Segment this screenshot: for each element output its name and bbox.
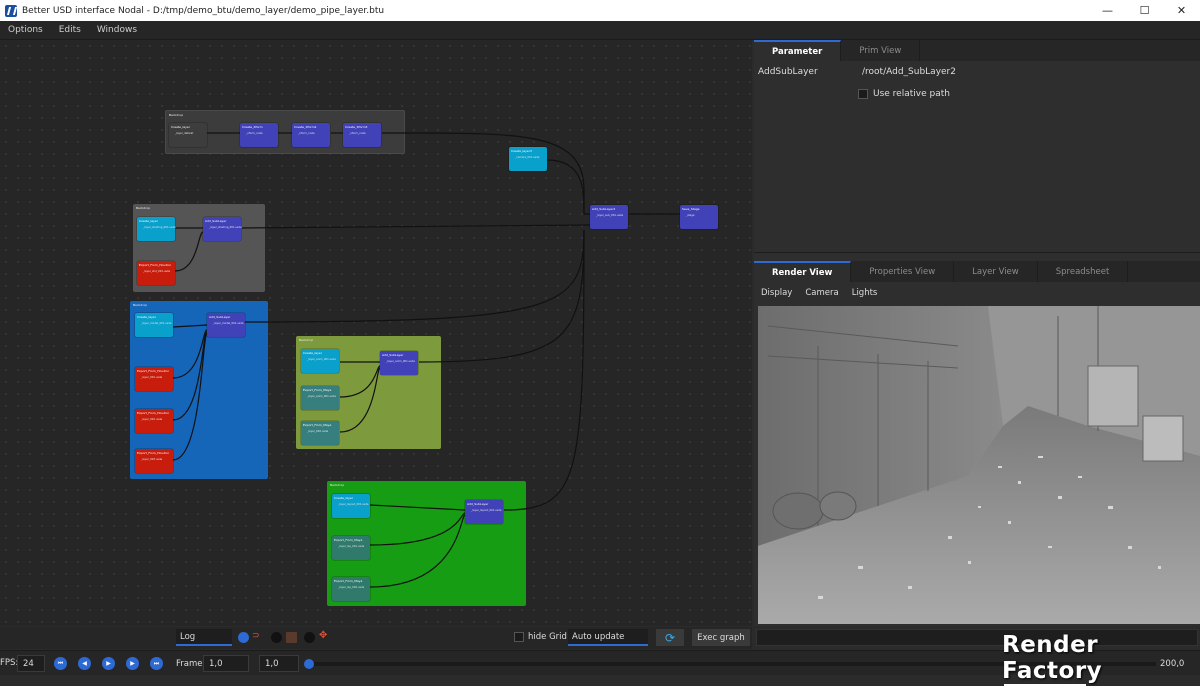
render-view-menu: Display Camera Lights bbox=[754, 283, 1200, 302]
refresh-icon[interactable]: ⟳ bbox=[656, 629, 684, 646]
relative-path-checkbox[interactable] bbox=[858, 89, 868, 99]
graph-node[interactable]: Add_SubLayer _layer_shading_001.usda bbox=[203, 217, 242, 241]
graph-node[interactable]: Create_layer _layer_anim_001.usda bbox=[301, 349, 339, 373]
fps-label: FPS: bbox=[0, 658, 19, 668]
graph-node[interactable]: Export_From_Maya _layer_lay_001.usda bbox=[332, 536, 370, 560]
right-panel: Parameter Prim View AddSubLayer /root/Ad… bbox=[754, 40, 1200, 626]
graph-node[interactable]: Add_SubLayer2 _layer_sub_001.usda bbox=[590, 205, 628, 229]
tab-parameter[interactable]: Parameter bbox=[754, 40, 842, 61]
frame-label: Frame: bbox=[176, 659, 206, 669]
graph-node[interactable]: Save_Stage _stage bbox=[680, 205, 718, 229]
graph-node[interactable]: Export_From_Houdini _layer_002.usda bbox=[135, 409, 173, 433]
move-icon[interactable]: ✥ bbox=[319, 630, 330, 641]
play-icon[interactable]: ▶ bbox=[102, 657, 115, 670]
log-dropdown[interactable]: Log bbox=[176, 629, 232, 646]
node-graph-canvas[interactable]: Backdrop Backdrop Backdrop Backdrop Back… bbox=[0, 40, 752, 626]
graph-node[interactable]: Create_Xform _xform_node bbox=[240, 123, 278, 147]
title-bar: Better USD interface Nodal - D:/tmp/demo… bbox=[0, 0, 1200, 21]
exec-graph-button[interactable]: Exec graph bbox=[692, 629, 750, 646]
app-logo-icon bbox=[5, 4, 17, 17]
viewport-scene bbox=[758, 306, 1200, 624]
graph-node[interactable]: Create_Xform3 _xform_node bbox=[343, 123, 381, 147]
tab-properties-view[interactable]: Properties View bbox=[851, 261, 955, 282]
parameter-tabs: Parameter Prim View bbox=[754, 40, 1200, 61]
minimize-icon[interactable]: — bbox=[1089, 0, 1126, 21]
grid-icon[interactable] bbox=[286, 632, 297, 643]
graph-node[interactable]: Create_layer3 _camera_001.usda bbox=[509, 147, 547, 171]
close-icon[interactable]: ✕ bbox=[1163, 0, 1200, 21]
last-frame-icon[interactable]: ⏭ bbox=[150, 657, 163, 670]
tab-render-view[interactable]: Render View bbox=[754, 261, 852, 282]
parameter-name: AddSubLayer bbox=[758, 67, 818, 77]
graph-toolbar: Log ⊃ ✥ hide Grid Auto update ⟳ Exec gra… bbox=[0, 627, 752, 649]
menu-lights[interactable]: Lights bbox=[845, 288, 884, 298]
first-frame-icon[interactable]: ⏮ bbox=[54, 657, 67, 670]
tab-prim-view[interactable]: Prim View bbox=[841, 40, 921, 61]
tab-spreadsheet[interactable]: Spreadsheet bbox=[1038, 261, 1129, 282]
prev-frame-icon[interactable]: ◀ bbox=[78, 657, 91, 670]
frame-start-input[interactable]: 1,0 bbox=[203, 655, 249, 672]
graph-node[interactable]: Export_From_Maya _layer_002.usda bbox=[301, 421, 339, 445]
graph-node[interactable]: Create_layer _layer_layout_001.usda bbox=[332, 494, 370, 518]
magnet-icon[interactable]: ⊃ bbox=[252, 631, 263, 642]
render-viewport[interactable] bbox=[758, 306, 1200, 624]
menu-windows[interactable]: Windows bbox=[89, 25, 145, 35]
graph-node[interactable]: Add_SubLayer _layer_layout_001.usda bbox=[465, 500, 503, 524]
timeline-slider-handle[interactable] bbox=[304, 659, 314, 669]
color-blue-icon[interactable] bbox=[238, 632, 249, 643]
fps-input[interactable]: 24 bbox=[17, 655, 45, 672]
hide-grid-checkbox[interactable] bbox=[514, 632, 524, 642]
graph-node[interactable]: Export_From_Houdini _layer_001.usda bbox=[135, 367, 173, 391]
menu-display[interactable]: Display bbox=[754, 288, 798, 298]
graph-node[interactable]: Add_SubLayer _layer_anim_001.usda bbox=[380, 351, 418, 375]
maximize-icon[interactable]: ☐ bbox=[1126, 0, 1163, 21]
graph-node[interactable]: Export_From_Houdini _layer_003.usda bbox=[135, 449, 173, 473]
relative-path-label: Use relative path bbox=[873, 89, 950, 99]
frame-current-input[interactable]: 1,0 bbox=[259, 655, 299, 672]
graph-node[interactable]: Export_From_Houdini _layer_shd_001.usda bbox=[137, 261, 175, 285]
graph-node[interactable]: Export_From_Maya _layer_lay_002.usda bbox=[332, 577, 370, 601]
hide-grid-label: hide Grid bbox=[528, 632, 567, 642]
watermark-logo: Render Factory bbox=[1002, 632, 1200, 686]
render-tabs: Render View Properties View Layer View S… bbox=[754, 261, 1200, 282]
window-title: Better USD interface Nodal - D:/tmp/demo… bbox=[22, 5, 385, 16]
graph-node[interactable]: Create_layer _layer_model_001.usda bbox=[135, 313, 173, 337]
circle-icon[interactable] bbox=[271, 632, 282, 643]
parameter-value-field[interactable]: /root/Add_SubLayer2 bbox=[862, 67, 956, 77]
menu-camera[interactable]: Camera bbox=[798, 288, 844, 298]
menu-options[interactable]: Options bbox=[0, 25, 51, 35]
tab-layer-view[interactable]: Layer View bbox=[954, 261, 1038, 282]
graph-node[interactable]: Export_From_Maya _layer_anim_001.usda bbox=[301, 386, 339, 410]
graph-node[interactable]: Create_Xform2 _xform_node bbox=[292, 123, 330, 147]
circle-dark-icon[interactable] bbox=[304, 632, 315, 643]
menu-bar: Options Edits Windows bbox=[0, 21, 1200, 40]
graph-node[interactable]: Create_layer _layer_shading_001.usda bbox=[137, 217, 176, 241]
graph-node[interactable]: Create_layer _layer_default bbox=[169, 123, 207, 147]
auto-update-dropdown[interactable]: Auto update bbox=[568, 629, 648, 646]
next-frame-icon[interactable]: ▶ bbox=[126, 657, 139, 670]
watermark-text: Render Factory bbox=[1002, 632, 1103, 684]
graph-node[interactable]: Add_SubLayer _layer_model_001.usda bbox=[207, 313, 245, 337]
parameter-panel: AddSubLayer /root/Add_SubLayer2 Use rela… bbox=[754, 61, 1200, 253]
menu-edits[interactable]: Edits bbox=[51, 25, 89, 35]
